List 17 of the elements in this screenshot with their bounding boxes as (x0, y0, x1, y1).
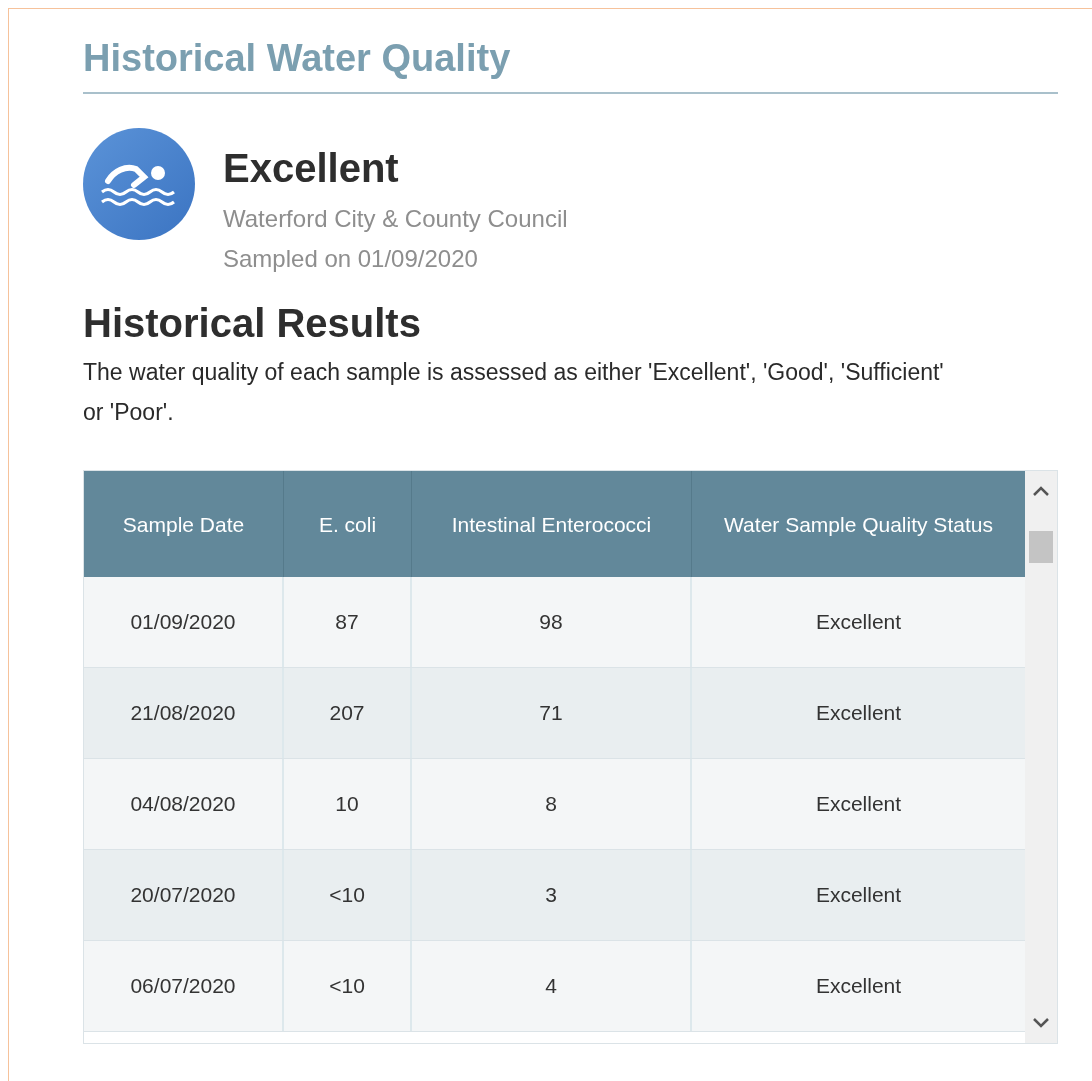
page-title: Historical Water Quality (83, 37, 1058, 94)
table-cell-text: Excellent (814, 791, 903, 817)
table-cell: 06/07/2020 (84, 941, 284, 1031)
scrollbar-thumb[interactable] (1029, 531, 1053, 563)
table-cell-text: Excellent (814, 700, 903, 726)
table-cell: <10 (284, 941, 412, 1031)
section-heading: Historical Results (83, 301, 422, 346)
scrollbar[interactable] (1025, 471, 1057, 1043)
rating-label: Excellent (223, 146, 400, 191)
table-cell: 4 (412, 941, 692, 1031)
section-description: The water quality of each sample is assessed as either 'Excellent', 'Good', 'Sufficient' or 'Poor'. (83, 358, 945, 427)
table-cell-text: Excellent (814, 609, 903, 635)
column-header: Water Sample Quality Status (723, 511, 994, 538)
table-cell-text: Excellent (814, 973, 903, 999)
sampled-date: Sampled on 01/09/2020 (223, 244, 479, 274)
council-name: Waterford City & County Council (223, 204, 568, 234)
table-cell-text: Excellent (814, 882, 903, 908)
